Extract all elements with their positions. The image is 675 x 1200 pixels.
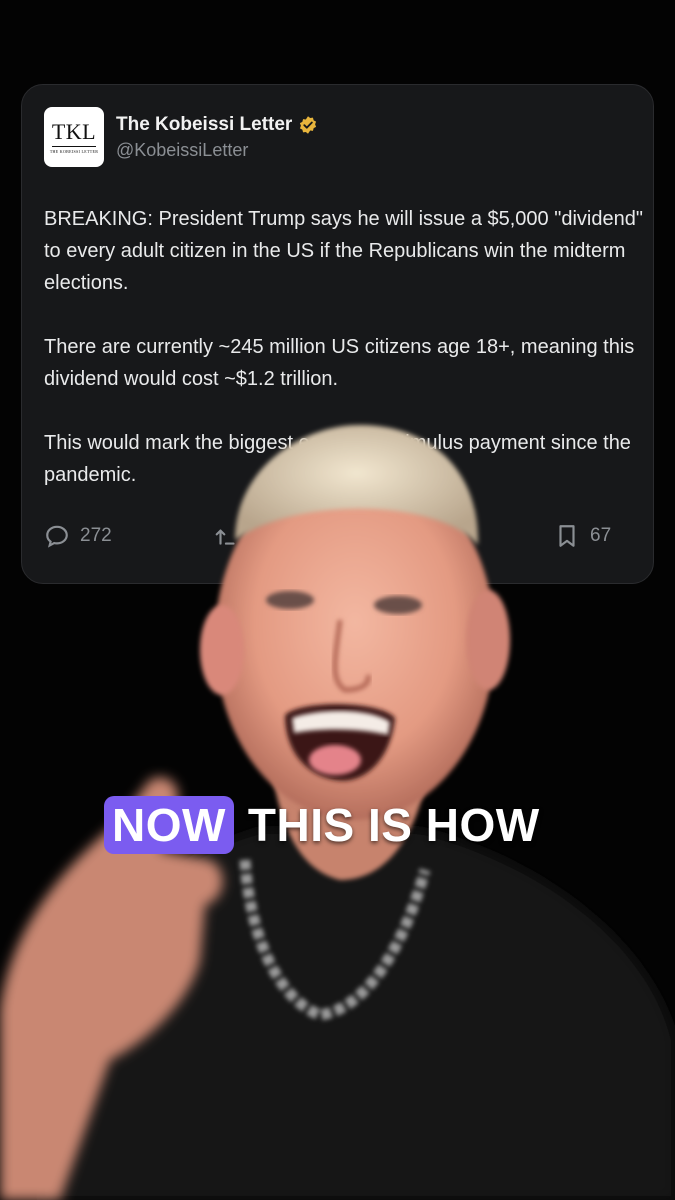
video-frame: TKL THE KOBEISSI LETTER The Kobeissi Let… (0, 0, 675, 1200)
caption-text: THIS IS HOW (247, 799, 540, 851)
caption-highlight-word: NOW (104, 796, 234, 854)
video-caption: NOW THIS IS HOW (104, 796, 540, 854)
person-figure (0, 425, 675, 1200)
